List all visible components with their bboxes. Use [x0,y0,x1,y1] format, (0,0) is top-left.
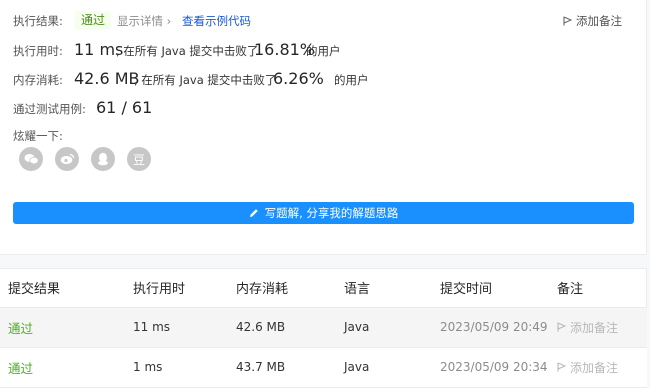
submit-time-cell: 2023/05/09 20:49 [432,306,549,348]
douban-icon[interactable]: 豆 [127,147,151,171]
language-cell: Java [336,306,432,348]
header-language: 语言 [344,281,371,297]
result-status-badge: 通过 [75,11,112,30]
memory-percent: 6.26% [273,69,324,88]
show-details-label: 显示详情 [117,14,163,28]
add-note-label: 添加备注 [570,360,619,375]
add-note-button[interactable]: 添加备注 [557,348,647,387]
header-runtime: 执行用时 [133,281,186,297]
submissions-table: 提交结果 执行用时 内存消耗 语言 提交时间 备注 通过 11 ms 42.6 … [0,268,647,388]
runtime-cell: 11 ms [125,306,228,348]
share-buttons: 豆 [19,147,151,171]
wechat-icon[interactable] [19,147,43,171]
show-details-link[interactable]: 显示详情 › [117,13,171,29]
table-header-row: 提交结果 执行用时 内存消耗 语言 提交时间 备注 [0,268,647,307]
write-solution-button[interactable]: 写题解, 分享我的解题思路 [13,202,634,224]
memory-label: 内存消耗: [13,73,63,87]
add-note-button[interactable]: 添加备注 [563,13,622,29]
memory-value: 42.6 MB [74,69,140,88]
add-note-label: 添加备注 [576,14,622,28]
share-label: 炫耀一下: [13,129,63,143]
add-note-label: 添加备注 [570,320,619,335]
runtime-beat-text: , 在所有 Java 提交中击败了 [116,44,259,58]
language-cell: Java [336,347,432,388]
table-row[interactable]: 通过 11 ms 42.6 MB Java 2023/05/09 20:49 添… [0,306,647,348]
header-time: 提交时间 [440,281,493,297]
table-row[interactable]: 通过 1 ms 43.7 MB Java 2023/05/09 20:34 添加… [0,347,647,388]
view-example-code-link[interactable]: 查看示例代码 [182,13,251,29]
chevron-right-icon: › [166,14,172,28]
write-solution-label: 写题解, 分享我的解题思路 [264,206,399,220]
tests-value: 61 / 61 [96,98,153,117]
memory-cell: 43.7 MB [228,347,336,388]
weibo-icon[interactable] [55,147,79,171]
memory-cell: 42.6 MB [228,306,336,348]
add-note-button[interactable]: 添加备注 [557,308,647,347]
runtime-label: 执行用时: [13,44,63,58]
header-memory: 内存消耗 [236,281,289,297]
flag-icon [563,16,572,26]
pencil-icon [249,209,258,217]
memory-beat-text: , 在所有 Java 提交中击败了 [134,73,277,87]
submission-summary-card: 执行结果: 通过 显示详情 › 查看示例代码 添加备注 执行用时: 11 ms … [0,0,647,255]
result-link[interactable]: 通过 [8,321,33,336]
result-link[interactable]: 通过 [8,361,33,376]
header-result: 提交结果 [8,281,61,297]
header-note: 备注 [557,281,584,297]
runtime-suffix: 的用户 [306,44,341,58]
runtime-cell: 1 ms [125,347,228,388]
flag-icon [557,322,566,332]
result-label: 执行结果: [13,14,63,28]
submit-time-cell: 2023/05/09 20:34 [432,347,549,388]
memory-suffix: 的用户 [334,73,369,87]
qq-icon[interactable] [91,147,115,171]
flag-icon [557,362,566,372]
tests-label: 通过测试用例: [13,102,86,116]
